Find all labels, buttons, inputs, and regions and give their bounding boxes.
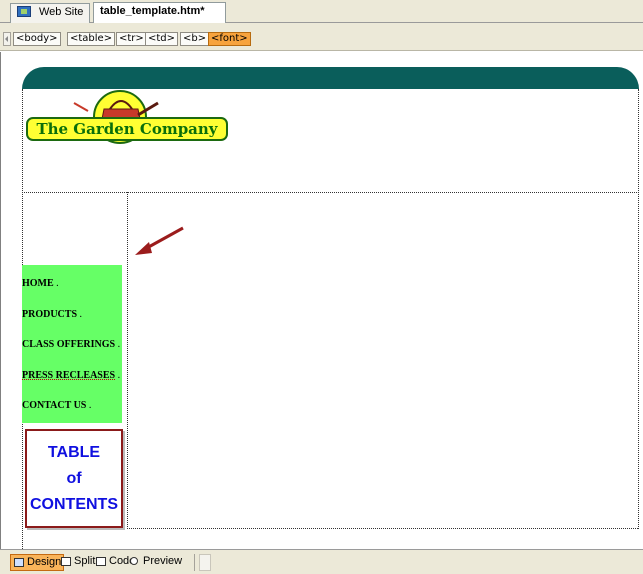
tab-web-site-label: Web Site xyxy=(39,6,84,18)
menu-item-products-label: PRODUCTS xyxy=(22,309,78,320)
tag-td[interactable]: <td> xyxy=(145,32,179,46)
menu-item-class-offerings-suffix: . xyxy=(117,339,121,350)
table-border-left-lower xyxy=(22,530,23,549)
tag-body[interactable]: <body> xyxy=(13,32,61,46)
web-site-icon xyxy=(17,6,31,17)
tag-scroll-left-icon[interactable] xyxy=(3,32,11,46)
document-tab-strip: Web Site table_template.htm* xyxy=(0,0,643,23)
code-view-icon xyxy=(96,557,106,566)
table-column-divider xyxy=(127,192,128,529)
logo-text: The Garden Company xyxy=(26,117,228,141)
tag-font[interactable]: <font> xyxy=(208,32,251,46)
toc-line-1: TABLE xyxy=(47,444,101,461)
tab-web-site[interactable]: Web Site xyxy=(10,3,90,23)
tag-tr[interactable]: <tr> xyxy=(116,32,147,46)
menu-item-products-suffix: . xyxy=(79,309,83,320)
menu-item-products[interactable]: PRODUCTS . xyxy=(22,309,82,320)
annotation-arrow-icon xyxy=(135,226,184,255)
table-of-contents-box[interactable]: TABLE of CONTENTS xyxy=(25,429,123,528)
menu-item-contact-us-label: CONTACT US xyxy=(22,400,87,411)
tab-table-template-label: table_template.htm* xyxy=(100,5,205,17)
design-canvas[interactable]: The Garden Company HOME . PRODUCTS . CLA… xyxy=(0,52,643,549)
view-switcher-bar: Design Split Code Preview xyxy=(0,549,643,574)
menu-item-home-suffix: . xyxy=(56,278,59,289)
tag-table[interactable]: <table> xyxy=(67,32,116,46)
menu-item-home-label: HOME xyxy=(22,278,54,289)
menu-item-class-offerings-label: CLASS OFFERINGS xyxy=(22,339,116,350)
menu-item-home[interactable]: HOME . xyxy=(22,278,59,289)
toc-line-3: CONTENTS xyxy=(30,496,118,513)
tag-selector-bar: <body> <table> <tr> <td> <b> <font> xyxy=(0,23,643,51)
preview-magnifier-icon xyxy=(130,557,138,565)
tag-b[interactable]: <b> xyxy=(180,32,210,46)
navigation-menu: HOME . PRODUCTS . CLASS OFFERINGS . PRES… xyxy=(22,265,122,423)
design-view-icon xyxy=(14,558,24,567)
table-border-bottom xyxy=(127,528,638,529)
preview-button[interactable]: Preview xyxy=(127,554,184,571)
split-view-button[interactable]: Split xyxy=(58,554,97,571)
view-bar-separator xyxy=(194,554,195,571)
menu-item-press-releases-label: PRESS RECLEASES xyxy=(22,370,116,381)
header-bar xyxy=(22,67,639,89)
split-view-icon xyxy=(61,557,71,566)
preview-label: Preview xyxy=(143,555,183,567)
view-bar-scroll-left[interactable] xyxy=(199,554,211,571)
menu-item-press-releases[interactable]: PRESS RECLEASES . xyxy=(22,370,120,381)
tab-table-template[interactable]: table_template.htm* xyxy=(93,2,226,23)
table-border-right xyxy=(638,89,639,529)
menu-item-press-releases-suffix: . xyxy=(117,370,121,381)
menu-item-contact-us-suffix: . xyxy=(88,400,92,411)
design-view-button[interactable]: Design xyxy=(10,554,65,571)
menu-item-contact-us[interactable]: CONTACT US . xyxy=(22,400,91,411)
menu-item-class-offerings[interactable]: CLASS OFFERINGS . xyxy=(22,339,120,350)
table-row-divider xyxy=(22,192,639,193)
design-view-label: Design xyxy=(27,556,62,568)
toc-line-2: of xyxy=(66,470,82,487)
garden-company-logo: The Garden Company xyxy=(26,89,230,149)
